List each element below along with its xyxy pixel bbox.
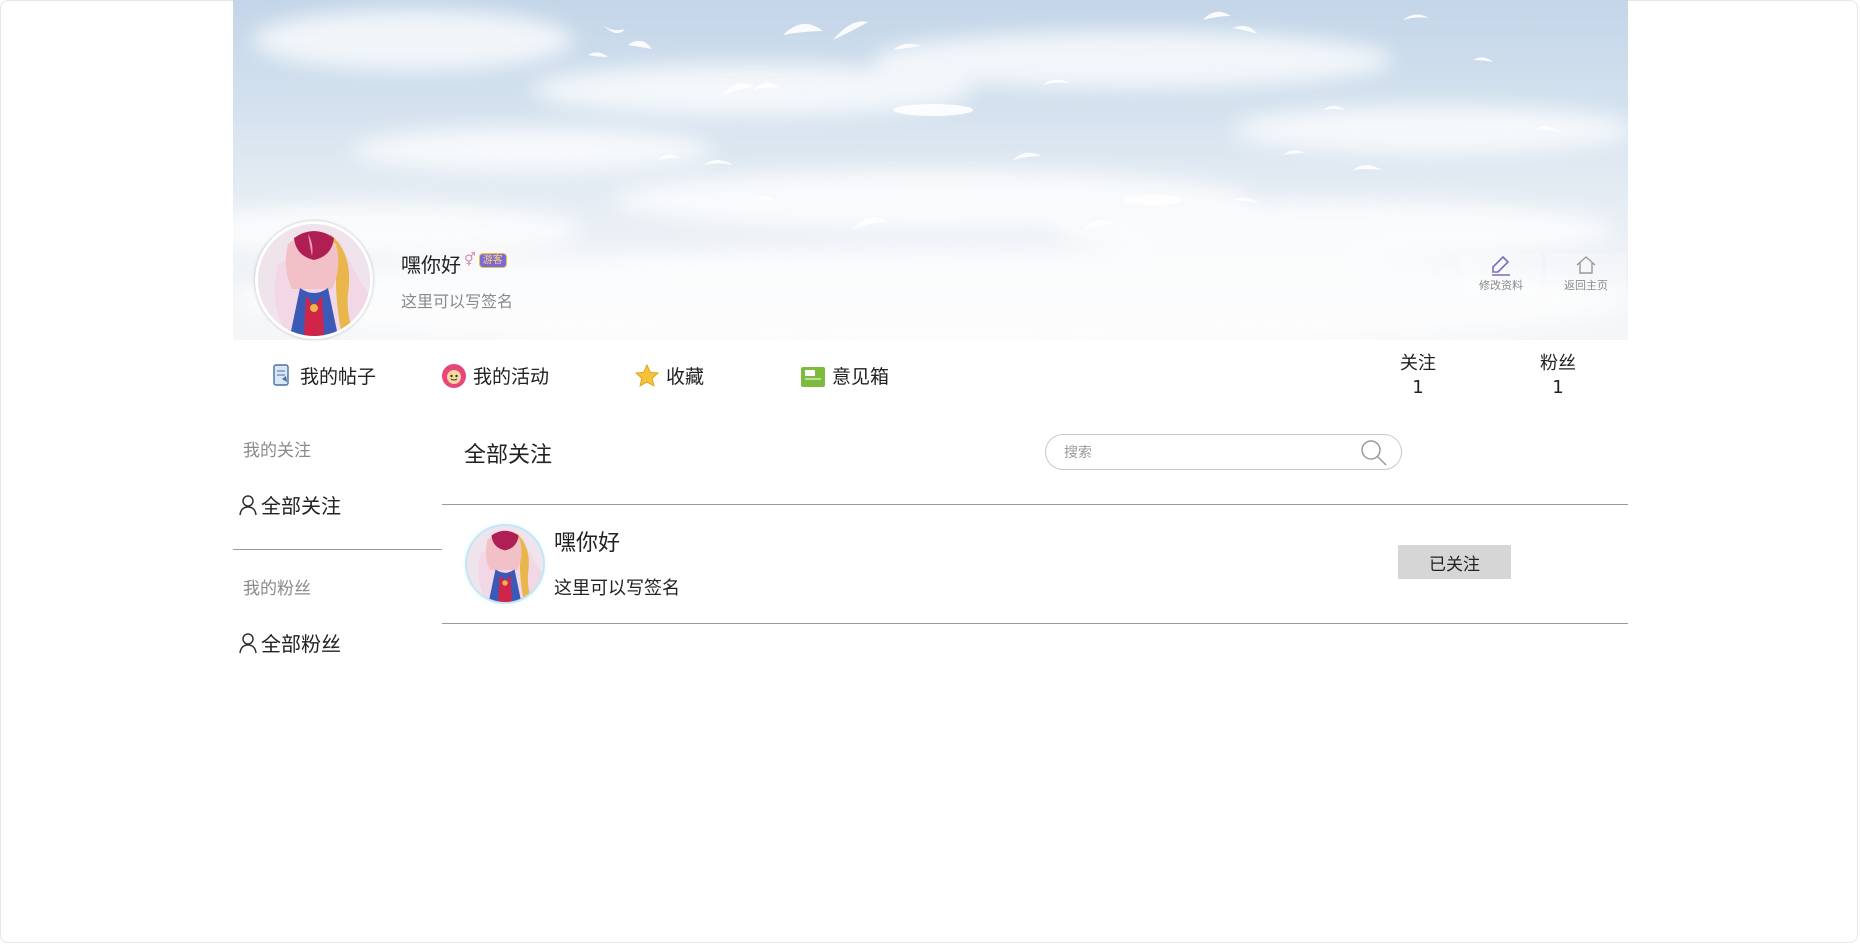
sidebar-item-all-following[interactable]: 全部关注 [239,490,341,519]
mailbox-icon [800,363,826,389]
search-box [1045,434,1402,470]
sidebar-all-fans-label: 全部粉丝 [261,632,341,656]
activity-face-icon [441,363,467,389]
fans-stat-label: 粉丝 [1540,353,1576,374]
profile-signature: 这里可以写签名 [401,292,514,311]
edit-profile-label: 修改资料 [1479,279,1523,292]
back-home-label: 返回主页 [1564,279,1608,292]
back-home-button[interactable]: 返回主页 [1546,253,1626,293]
fans-stat[interactable]: 粉丝 1 [1528,352,1588,400]
star-icon [634,363,660,389]
nav-favorites-label: 收藏 [666,366,705,388]
row-avatar[interactable] [467,526,543,602]
avatar-illustration [258,224,370,336]
home-icon [1546,253,1626,277]
pencil-icon [1461,253,1541,277]
following-stat[interactable]: 关注 1 [1388,352,1448,400]
nav-my-activities[interactable]: 我的活动 [441,362,549,389]
sidebar-item-all-fans[interactable]: 全部粉丝 [239,628,341,657]
list-top-divider [442,504,1628,505]
followed-button[interactable]: 已关注 [1398,545,1511,579]
profile-name: 嘿你好 [401,253,461,277]
guest-badge: 游客 [478,253,507,268]
edit-profile-button[interactable]: 修改资料 [1461,253,1541,293]
following-stat-label: 关注 [1400,353,1436,374]
row-user-signature: 这里可以写签名 [554,578,680,599]
nav-feedback-label: 意见箱 [832,366,890,388]
sidebar-following-heading: 我的关注 [243,441,311,461]
following-count: 1 [1412,377,1424,398]
profile-badges: ⚥ 游客 [464,253,507,268]
nav-favorites[interactable]: 收藏 [634,362,704,389]
gender-icon: ⚥ [464,252,476,268]
profile-avatar[interactable] [255,221,373,339]
row-user-name[interactable]: 嘿你好 [554,525,620,557]
main-title: 全部关注 [464,443,553,468]
search-input[interactable] [1062,442,1346,464]
sidebar-divider [233,549,442,550]
search-icon[interactable] [1359,438,1389,472]
sidebar-all-following-label: 全部关注 [261,494,341,518]
list-bottom-divider [442,623,1628,624]
user-icon [239,632,259,654]
nav-my-posts-label: 我的帖子 [300,366,377,388]
sidebar-fans-heading: 我的粉丝 [243,579,311,599]
nav-my-posts[interactable]: 我的帖子 [268,362,376,389]
user-icon [239,494,259,516]
avatar-illustration [467,526,543,602]
nav-my-activities-label: 我的活动 [473,366,550,388]
fans-count: 1 [1552,377,1564,398]
nav-feedback-box[interactable]: 意见箱 [800,362,889,389]
notebook-icon [268,363,294,389]
